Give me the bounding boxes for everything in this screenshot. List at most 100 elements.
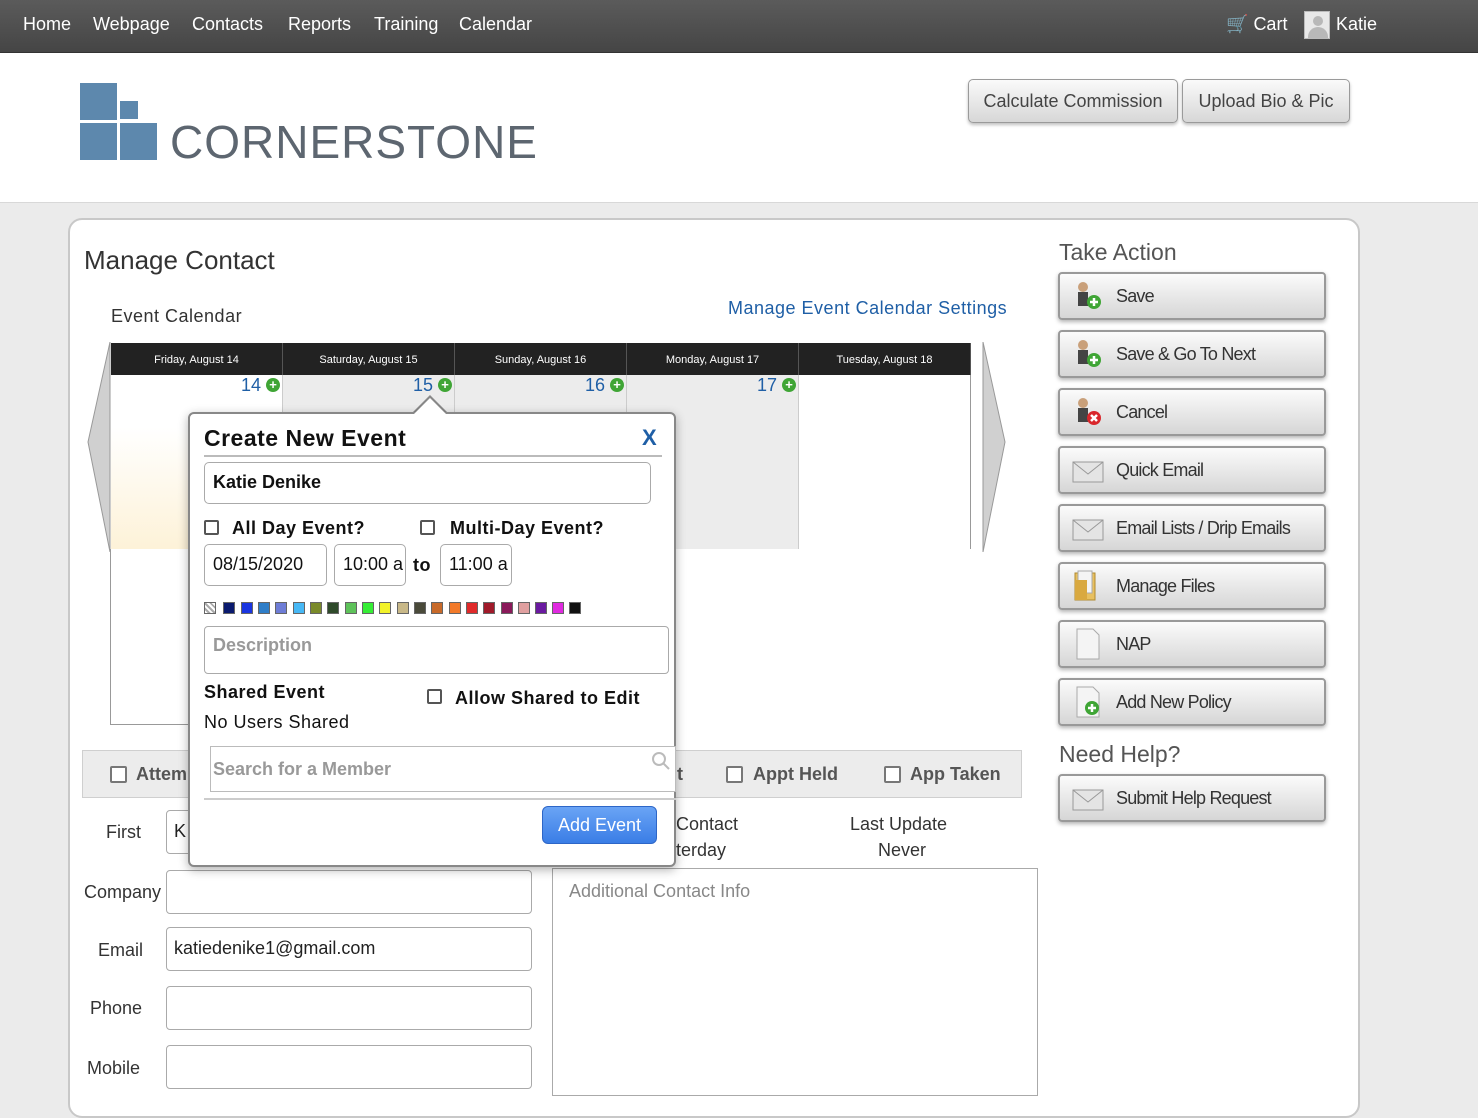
allow-shared-edit-label: Allow Shared to Edit (455, 688, 641, 708)
allow-shared-edit-checkbox[interactable] (427, 689, 442, 704)
color-swatch[interactable] (275, 602, 287, 614)
calendar-lower-box (110, 549, 190, 725)
color-swatch[interactable] (449, 602, 461, 614)
event-calendar-label: Event Calendar (111, 306, 243, 326)
submit-help-request-button[interactable]: Submit Help Request (1058, 774, 1326, 822)
multi-day-label: Multi-Day Event? (450, 518, 605, 538)
color-swatch[interactable] (327, 602, 339, 614)
add-new-policy-button[interactable]: Add New Policy (1058, 678, 1326, 726)
color-swatch[interactable] (483, 602, 495, 614)
calendar-day-header: Monday, August 17 (627, 343, 799, 375)
color-swatch[interactable] (569, 602, 581, 614)
color-swatch[interactable] (552, 602, 564, 614)
all-day-label: All Day Event? (232, 518, 366, 538)
user-name[interactable]: Katie (1336, 14, 1377, 35)
color-swatch[interactable] (241, 602, 253, 614)
nav-contacts[interactable]: Contacts (192, 14, 263, 35)
all-day-checkbox[interactable] (204, 520, 219, 535)
envelope-icon (1072, 461, 1104, 483)
document-icon (1076, 628, 1100, 660)
color-swatch[interactable] (379, 602, 391, 614)
nav-home[interactable]: Home (23, 14, 71, 35)
avatar[interactable] (1304, 11, 1330, 39)
calendar-prev-arrow[interactable] (86, 342, 112, 552)
nap-button[interactable]: NAP (1058, 620, 1326, 668)
appt-held-checkbox[interactable] (726, 766, 743, 783)
color-swatch[interactable] (258, 602, 270, 614)
calendar-next-arrow[interactable] (981, 342, 1007, 552)
cart-icon: 🛒 (1226, 14, 1249, 34)
hidden-label-fragment: t (677, 764, 683, 784)
shared-event-label: Shared Event (204, 682, 326, 702)
mobile-input[interactable] (166, 1045, 532, 1089)
color-swatch[interactable] (414, 602, 426, 614)
color-swatch[interactable] (223, 602, 235, 614)
phone-input[interactable] (166, 986, 532, 1030)
cancel-button[interactable]: Cancel (1058, 388, 1326, 436)
color-swatch-none[interactable] (204, 602, 216, 614)
site-header: CORNERSTONE Calculate Commission Upload … (0, 53, 1478, 203)
app-taken-checkbox[interactable] (884, 766, 901, 783)
add-event-icon[interactable]: + (438, 378, 452, 392)
nav-training[interactable]: Training (374, 14, 438, 35)
event-date-input[interactable]: 08/15/2020 (204, 544, 327, 586)
nav-calendar[interactable]: Calendar (459, 14, 532, 35)
add-event-icon[interactable]: + (782, 378, 796, 392)
nav-webpage[interactable]: Webpage (93, 14, 170, 35)
top-navbar: Home Webpage Contacts Reports Training C… (0, 0, 1478, 53)
additional-contact-info-textarea[interactable]: Additional Contact Info (552, 868, 1038, 1096)
calculate-commission-button[interactable]: Calculate Commission (968, 79, 1178, 123)
cancel-label: Cancel (1116, 402, 1168, 422)
calendar-day-header: Sunday, August 16 (455, 343, 627, 375)
calendar-day-cell[interactable] (799, 375, 971, 549)
add-event-button[interactable]: Add Event (542, 806, 657, 844)
color-swatch[interactable] (501, 602, 513, 614)
logo-text: CORNERSTONE (170, 116, 538, 168)
calendar-day-number: 17 (757, 375, 778, 395)
calendar-day-number: 14 (241, 375, 262, 395)
event-name-input[interactable]: Katie Denike (204, 462, 651, 504)
calendar-day-number: 16 (585, 375, 606, 395)
color-swatch[interactable] (535, 602, 547, 614)
calendar-day-header: Friday, August 14 (111, 343, 283, 375)
event-settings-link[interactable]: Manage Event Calendar Settings (728, 298, 1007, 319)
start-time-input[interactable]: 10:00 a (334, 544, 406, 586)
cart-link[interactable]: 🛒 Cart (1226, 14, 1287, 35)
end-time-input[interactable]: 11:00 a (440, 544, 512, 586)
multi-day-checkbox[interactable] (420, 520, 435, 535)
company-input[interactable] (166, 870, 532, 914)
last-update-label: Last Update (850, 814, 948, 834)
person-remove-icon (1078, 398, 1101, 425)
add-new-policy-label: Add New Policy (1116, 692, 1232, 712)
member-search-input[interactable]: Search for a Member (210, 746, 676, 792)
color-swatch[interactable] (518, 602, 530, 614)
email-input[interactable]: katiedenike1@gmail.com (166, 927, 532, 971)
quick-email-label: Quick Email (1116, 460, 1204, 480)
attempt-checkbox[interactable] (110, 766, 127, 783)
color-swatch[interactable] (310, 602, 322, 614)
add-event-icon[interactable]: + (266, 378, 280, 392)
to-label: to (413, 555, 431, 575)
calendar-day-header: Saturday, August 15 (283, 343, 455, 375)
color-swatch[interactable] (466, 602, 478, 614)
upload-bio-button[interactable]: Upload Bio & Pic (1182, 79, 1350, 123)
add-event-icon[interactable]: + (610, 378, 624, 392)
color-swatch[interactable] (362, 602, 374, 614)
save-button[interactable]: Save (1058, 272, 1326, 320)
email-lists-button[interactable]: Email Lists / Drip Emails (1058, 504, 1326, 552)
person-add-icon (1078, 340, 1101, 367)
app-taken-label: App Taken (910, 764, 1001, 784)
color-swatch[interactable] (293, 602, 305, 614)
first-name-label: First (106, 822, 141, 842)
quick-email-button[interactable]: Quick Email (1058, 446, 1326, 494)
color-swatch[interactable] (431, 602, 443, 614)
mobile-label: Mobile (87, 1058, 141, 1078)
color-swatch[interactable] (397, 602, 409, 614)
modal-divider (204, 455, 662, 457)
description-textarea[interactable]: Description (204, 626, 669, 674)
color-swatch[interactable] (345, 602, 357, 614)
close-button[interactable]: X (642, 425, 657, 451)
save-and-next-button[interactable]: Save & Go To Next (1058, 330, 1326, 378)
manage-files-button[interactable]: Manage Files (1058, 562, 1326, 610)
nav-reports[interactable]: Reports (288, 14, 351, 35)
